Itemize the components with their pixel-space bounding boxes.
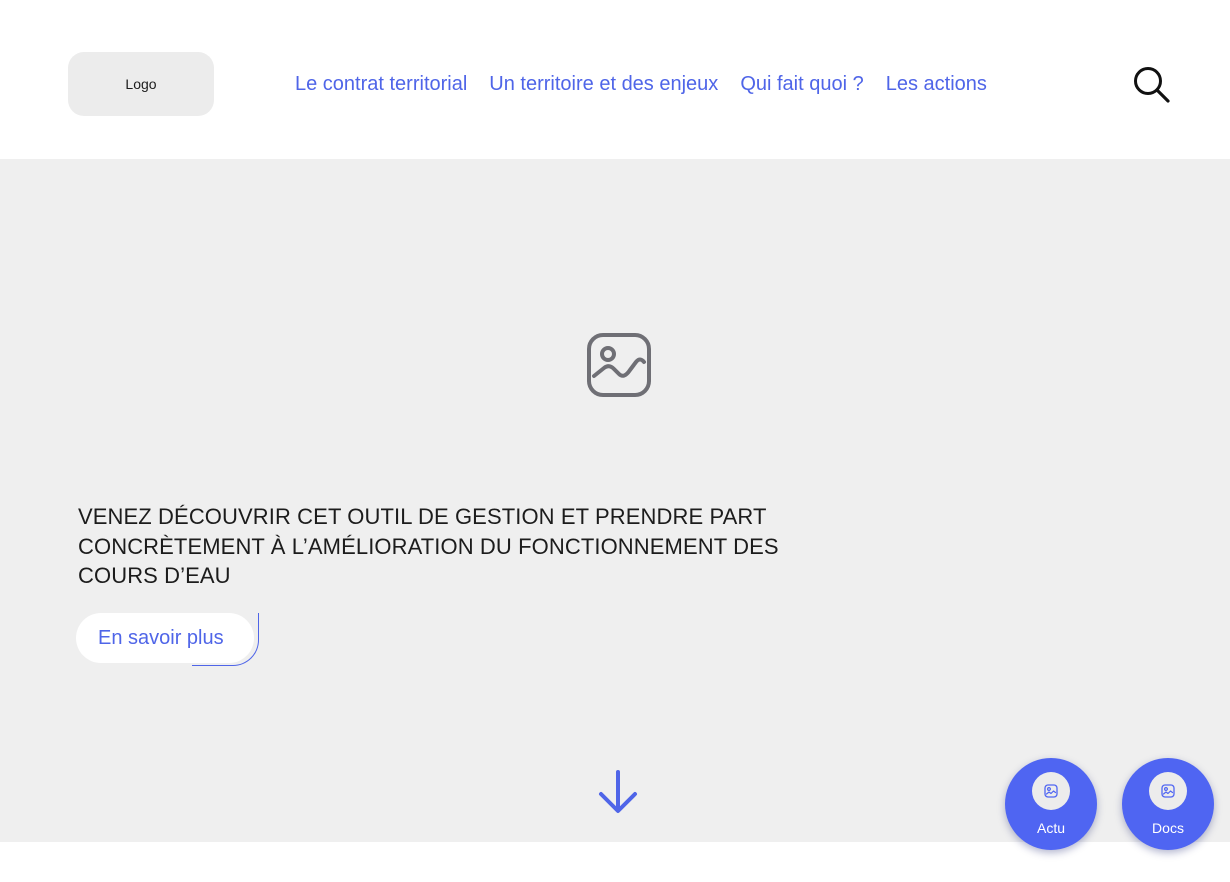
nav-item-contrat-territorial[interactable]: Le contrat territorial (295, 70, 467, 98)
image-placeholder-icon (586, 332, 652, 398)
nav-item-les-actions[interactable]: Les actions (886, 70, 987, 98)
arrow-down-icon[interactable] (597, 768, 639, 816)
hero-headline-line-2: CONCRÈTEMENT À L’AMÉLIORATION DU FONCTIO… (78, 533, 779, 559)
actu-label: Actu (1036, 820, 1065, 836)
en-savoir-plus-button[interactable]: En savoir plus (76, 613, 254, 663)
cta-wrapper: En savoir plus (76, 613, 260, 667)
site-header: Logo Le contrat territorial Un territoir… (0, 0, 1230, 159)
hero-banner: VENEZ DÉCOUVRIR CET OUTIL DE GESTION ET … (0, 159, 1230, 842)
actu-button[interactable]: Actu (1005, 758, 1097, 850)
logo[interactable]: Logo (68, 52, 214, 116)
docs-label: Docs (1152, 820, 1184, 836)
image-icon (1032, 772, 1070, 810)
nav-item-qui-fait-quoi[interactable]: Qui fait quoi ? (740, 70, 863, 98)
hero-headline: VENEZ DÉCOUVRIR CET OUTIL DE GESTION ET … (78, 502, 878, 591)
search-icon[interactable] (1133, 66, 1171, 104)
logo-label: Logo (125, 76, 157, 92)
main-nav: Le contrat territorial Un territoire et … (295, 70, 987, 98)
docs-button[interactable]: Docs (1122, 758, 1214, 850)
hero-headline-line-1: VENEZ DÉCOUVRIR CET OUTIL DE GESTION ET … (78, 504, 767, 529)
nav-item-territoire-enjeux[interactable]: Un territoire et des enjeux (489, 70, 718, 98)
image-icon (1149, 772, 1187, 810)
hero-headline-line-3: COURS D’EAU (78, 563, 231, 588)
